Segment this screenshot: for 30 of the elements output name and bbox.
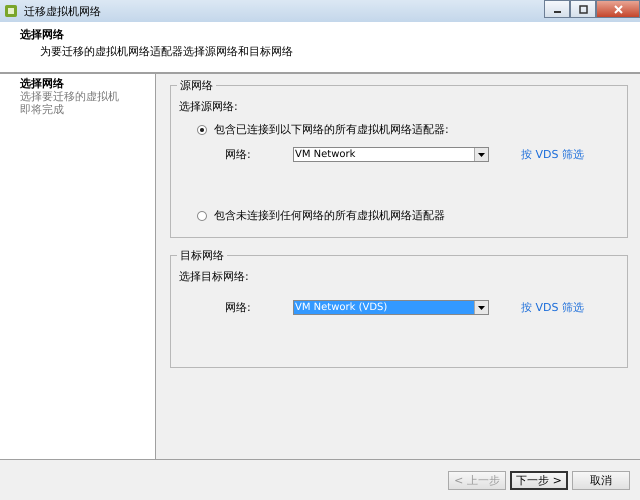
page-heading: 选择网络	[20, 27, 65, 42]
filter-link[interactable]: 按 VDS 筛选	[521, 147, 584, 162]
wizard-button[interactable]: 下一步 >	[510, 470, 568, 490]
radio-option[interactable]: 包含未连接到任何网络的所有虚拟机网络适配器	[179, 208, 619, 223]
radio-option[interactable]: 包含已连接到以下网络的所有虚拟机网络适配器:	[179, 122, 619, 137]
step-item[interactable]: 选择网络	[20, 77, 155, 90]
caret-icon	[478, 152, 485, 156]
caret-icon	[478, 306, 485, 310]
radio-button[interactable]	[197, 124, 207, 134]
filter-link[interactable]: 按 VDS 筛选	[521, 300, 584, 315]
close-icon	[614, 4, 622, 14]
minimize-icon	[554, 11, 560, 13]
maximize-button[interactable]	[570, 0, 596, 18]
network-dropdown[interactable]: VM Network	[293, 147, 489, 162]
prompt-label: 选择目标网络:	[179, 269, 250, 284]
close-button[interactable]	[596, 0, 640, 18]
network-label: 网络:	[225, 147, 252, 162]
window-title: 迁移虚拟机网络	[24, 4, 102, 18]
prompt-label: 选择源网络:	[179, 99, 239, 114]
page-description: 为要迁移的虚拟机网络适配器选择源网络和目标网络	[39, 44, 294, 59]
wizard-button[interactable]: 取消	[572, 470, 630, 490]
step-item[interactable]: 选择要迁移的虚拟机	[20, 90, 155, 103]
minimize-button[interactable]	[544, 0, 570, 18]
maximize-icon	[578, 4, 588, 14]
radio-button[interactable]	[197, 210, 207, 220]
network-label: 网络:	[225, 300, 252, 315]
app-icon	[4, 4, 18, 18]
step-item[interactable]: 即将完成	[20, 103, 155, 116]
group-legend: 目标网络	[177, 248, 227, 263]
group-legend: 源网络	[177, 78, 216, 93]
